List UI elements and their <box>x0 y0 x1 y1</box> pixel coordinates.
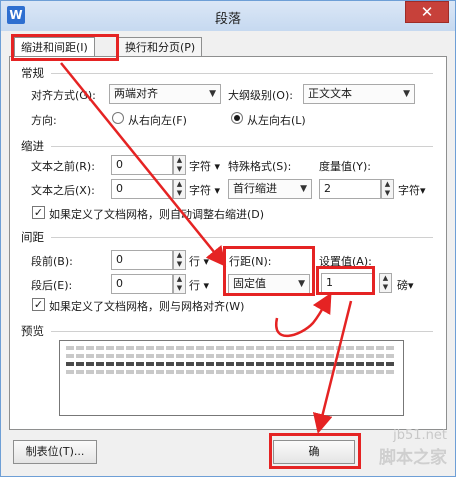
annotation-arrows <box>60 62 353 434</box>
arrow-to-set-value <box>275 292 332 338</box>
arrow-to-line-spacing <box>60 62 227 267</box>
paragraph-dialog: W 段落 ✕ 缩进和间距(I) 换行和分页(P) 常规 对齐方式(G): 两端对… <box>0 0 456 477</box>
arrow-to-ok <box>312 300 353 434</box>
